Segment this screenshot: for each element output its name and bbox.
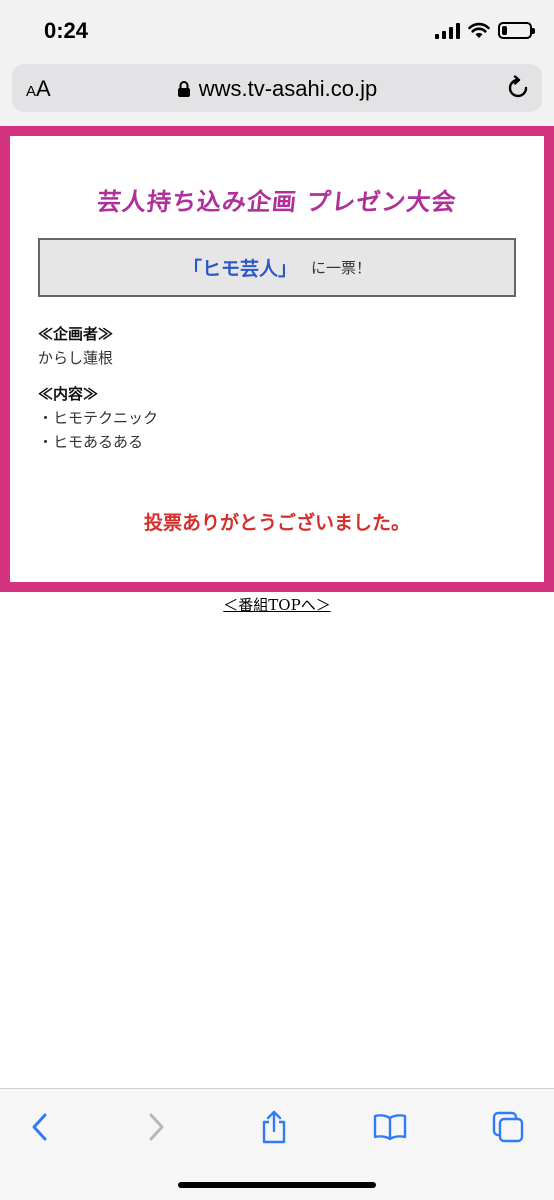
content-frame: 芸人持ち込み企画 プレゼン大会 「ヒモ芸人」 に一票！ ≪企画者≫ からし蓮根 … (0, 126, 554, 592)
list-item: ・ヒモあるある (38, 433, 144, 451)
url-text: wws.tv-asahi.co.jp (198, 76, 378, 101)
planner-section: ≪企画者≫ からし蓮根 (38, 322, 113, 370)
share-button[interactable] (254, 1109, 294, 1145)
list-item: ・ヒモテクニック (38, 409, 159, 427)
lock-icon (177, 81, 190, 97)
program-top-link[interactable]: ＜番組TOPへ＞ (0, 594, 554, 615)
tabs-icon (492, 1111, 524, 1143)
reload-icon[interactable] (506, 75, 530, 101)
contents-section: ≪内容≫ ・ヒモテクニック ・ヒモあるある (38, 382, 158, 454)
vote-candidate-name: 「ヒモ芸人」 (182, 258, 297, 280)
tabs-button[interactable] (488, 1109, 528, 1145)
vote-suffix: に一票！ (311, 259, 372, 277)
wifi-icon (468, 22, 490, 38)
forward-button[interactable] (136, 1109, 176, 1145)
cellular-signal-icon (435, 22, 460, 39)
status-time: 0:24 (44, 18, 89, 43)
browser-header: AA wws.tv-asahi.co.jp (0, 62, 554, 126)
url-display[interactable]: wws.tv-asahi.co.jp (12, 76, 542, 102)
battery-icon (498, 22, 535, 39)
page-title: 芸人持ち込み企画 プレゼン大会 (95, 188, 458, 216)
home-indicator (178, 1182, 376, 1188)
battery-level (502, 26, 508, 35)
share-icon (262, 1110, 286, 1144)
bookmarks-icon (373, 1114, 407, 1141)
thanks-message: 投票ありがとうございました。 (143, 512, 410, 534)
status-icons (435, 22, 535, 39)
contents-heading: ≪内容≫ (38, 385, 99, 403)
bookmarks-button[interactable] (370, 1109, 410, 1145)
forward-icon (149, 1113, 164, 1141)
vote-result-box: 「ヒモ芸人」 に一票！ (38, 238, 516, 297)
planner-value: からし蓮根 (38, 349, 114, 367)
back-button[interactable] (20, 1109, 60, 1145)
status-bar: 0:24 (0, 0, 554, 62)
back-icon (32, 1113, 47, 1141)
planner-heading: ≪企画者≫ (38, 325, 114, 343)
address-bar[interactable]: AA wws.tv-asahi.co.jp (12, 64, 542, 112)
